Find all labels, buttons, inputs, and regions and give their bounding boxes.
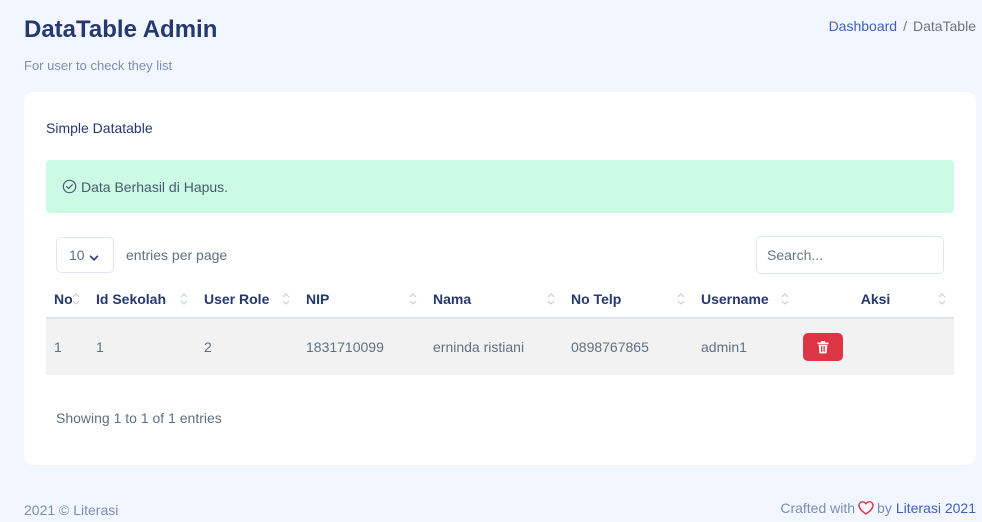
table-header-row: No Id Sekolah User Role NIP Nama No Telp… <box>46 280 954 319</box>
per-page-label: entries per page <box>126 247 228 263</box>
cell-nama: erninda ristiani <box>433 339 525 355</box>
breadcrumb-dashboard-link[interactable]: Dashboard <box>829 18 898 34</box>
per-page-value: 10 <box>69 247 85 263</box>
column-header-username[interactable]: Username <box>693 280 797 319</box>
sort-icon <box>547 293 555 305</box>
cell-username: admin1 <box>701 339 747 355</box>
alert-message: Data Berhasil di Hapus. <box>81 178 229 195</box>
column-header-nama[interactable]: Nama <box>425 280 563 319</box>
sort-icon <box>282 293 290 305</box>
page-subtitle: For user to check they list <box>24 58 173 73</box>
cell-no: 1 <box>54 339 62 355</box>
table-info: Showing 1 to 1 of 1 entries <box>56 410 222 426</box>
cell-no-telp: 0898767865 <box>571 339 649 355</box>
data-table: No Id Sekolah User Role NIP Nama No Telp… <box>46 280 954 375</box>
sort-icon <box>677 293 685 305</box>
sort-icon <box>938 293 946 305</box>
chevron-down-icon <box>89 250 99 261</box>
footer-by-label: by <box>877 500 892 516</box>
sort-icon <box>409 293 417 305</box>
footer-crafted-label: Crafted with <box>780 500 856 516</box>
success-alert: Data Berhasil di Hapus. <box>46 160 954 213</box>
cell-user-role: 2 <box>204 339 212 355</box>
delete-button[interactable] <box>803 333 843 361</box>
table-row: 1 1 2 1831710099 erninda ristiani 089876… <box>46 318 954 375</box>
breadcrumb-current: DataTable <box>912 18 976 34</box>
heart-icon <box>858 500 874 516</box>
card-title: Simple Datatable <box>46 120 153 136</box>
column-header-no-telp[interactable]: No Telp <box>563 280 693 319</box>
datatable-card: Simple Datatable Data Berhasil di Hapus.… <box>24 92 976 465</box>
search-input[interactable] <box>756 236 944 274</box>
trash-icon <box>817 340 829 353</box>
breadcrumb: Dashboard / DataTable <box>829 18 976 34</box>
entries-per-page: 10 entries per page <box>56 237 227 273</box>
check-circle-icon <box>62 179 77 194</box>
column-header-id-sekolah[interactable]: Id Sekolah <box>88 280 196 319</box>
per-page-select[interactable]: 10 <box>56 237 114 273</box>
footer-copyright: 2021 © Literasi <box>24 502 119 518</box>
column-header-no[interactable]: No <box>46 280 88 319</box>
column-header-aksi[interactable]: Aksi <box>797 280 954 319</box>
column-header-nip[interactable]: NIP <box>298 280 425 319</box>
footer-literasi-link[interactable]: Literasi 2021 <box>896 500 976 516</box>
sort-icon <box>72 293 80 305</box>
column-header-user-role[interactable]: User Role <box>196 280 298 319</box>
cell-id-sekolah: 1 <box>96 339 104 355</box>
sort-icon <box>180 293 188 305</box>
breadcrumb-separator: / <box>903 18 907 34</box>
footer-credits: Crafted with by Literasi 2021 <box>780 500 976 516</box>
cell-nip: 1831710099 <box>306 339 384 355</box>
cell-aksi <box>797 318 954 375</box>
page-title: DataTable Admin <box>24 16 218 43</box>
sort-icon <box>781 293 789 305</box>
